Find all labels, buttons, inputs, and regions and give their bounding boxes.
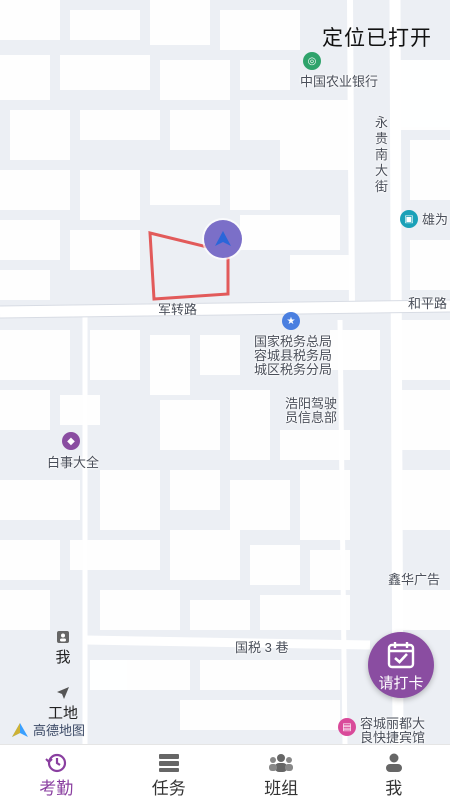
amap-logo-icon xyxy=(10,721,30,739)
locate-me-label: 我 xyxy=(55,649,70,666)
task-list-icon xyxy=(158,753,180,773)
poi-xinhua[interactable]: 鑫华广告 xyxy=(388,572,440,588)
poi-tax-line3[interactable]: 城区税务分局 xyxy=(254,362,332,378)
poi-driving-line2[interactable]: 员信息部 xyxy=(285,410,337,426)
calendar-check-icon xyxy=(386,640,416,670)
location-status: 定位已打开 xyxy=(322,22,432,52)
amap-logo: 高德地图 xyxy=(10,720,85,739)
road-heping: 和平路 xyxy=(408,296,447,312)
bank-icon: ◎ xyxy=(303,52,321,70)
building-icon: ▣ xyxy=(400,210,418,228)
tab-team[interactable]: 班组 xyxy=(225,745,338,801)
poi-baishi[interactable]: 白事大全 xyxy=(47,455,99,471)
government-icon: ★ xyxy=(282,312,300,330)
clock-in-label: 请打卡 xyxy=(368,672,434,693)
hotel-icon: ▤ xyxy=(338,718,356,736)
tab-attendance-label: 考勤 xyxy=(0,774,113,799)
poi-bank[interactable]: 中国农业银行 xyxy=(300,74,378,90)
locate-site-button[interactable]: 工地 xyxy=(38,686,88,723)
amap-logo-text: 高德地图 xyxy=(33,720,85,739)
locate-me-button[interactable]: 我 xyxy=(38,630,88,667)
road-junzhuan: 军转路 xyxy=(158,302,197,318)
tab-team-label: 班组 xyxy=(225,774,338,799)
clock-history-icon xyxy=(45,753,67,773)
poi-xiongwei[interactable]: 雄为 xyxy=(422,212,448,228)
team-icon xyxy=(268,753,294,773)
map-view[interactable]: 定位已打开 ◎ 中国农业银行 永贵南大街 ▣ 雄为 军转路 和平路 ★ 国家税务… xyxy=(0,0,450,744)
tab-me[interactable]: 我 xyxy=(338,745,450,801)
poi-hotel-line2[interactable]: 良快捷宾馆 xyxy=(360,730,425,744)
tab-tasks[interactable]: 任务 xyxy=(113,745,226,801)
person-icon xyxy=(383,753,405,773)
bottom-tab-bar: 考勤 任务 班组 我 xyxy=(0,744,450,801)
tab-me-label: 我 xyxy=(338,774,450,799)
road-yonggui: 永贵南大街 xyxy=(375,115,391,195)
navigation-arrow-icon xyxy=(213,229,233,249)
current-location-marker xyxy=(204,220,242,258)
navigation-icon xyxy=(56,686,70,700)
tab-tasks-label: 任务 xyxy=(113,774,226,799)
clock-in-button[interactable]: 请打卡 xyxy=(368,632,434,698)
tab-attendance[interactable]: 考勤 xyxy=(0,745,113,801)
road-guoshui: 国税 3 巷 xyxy=(235,640,288,656)
person-card-icon xyxy=(56,630,70,644)
shop-icon: ◆ xyxy=(62,432,80,450)
